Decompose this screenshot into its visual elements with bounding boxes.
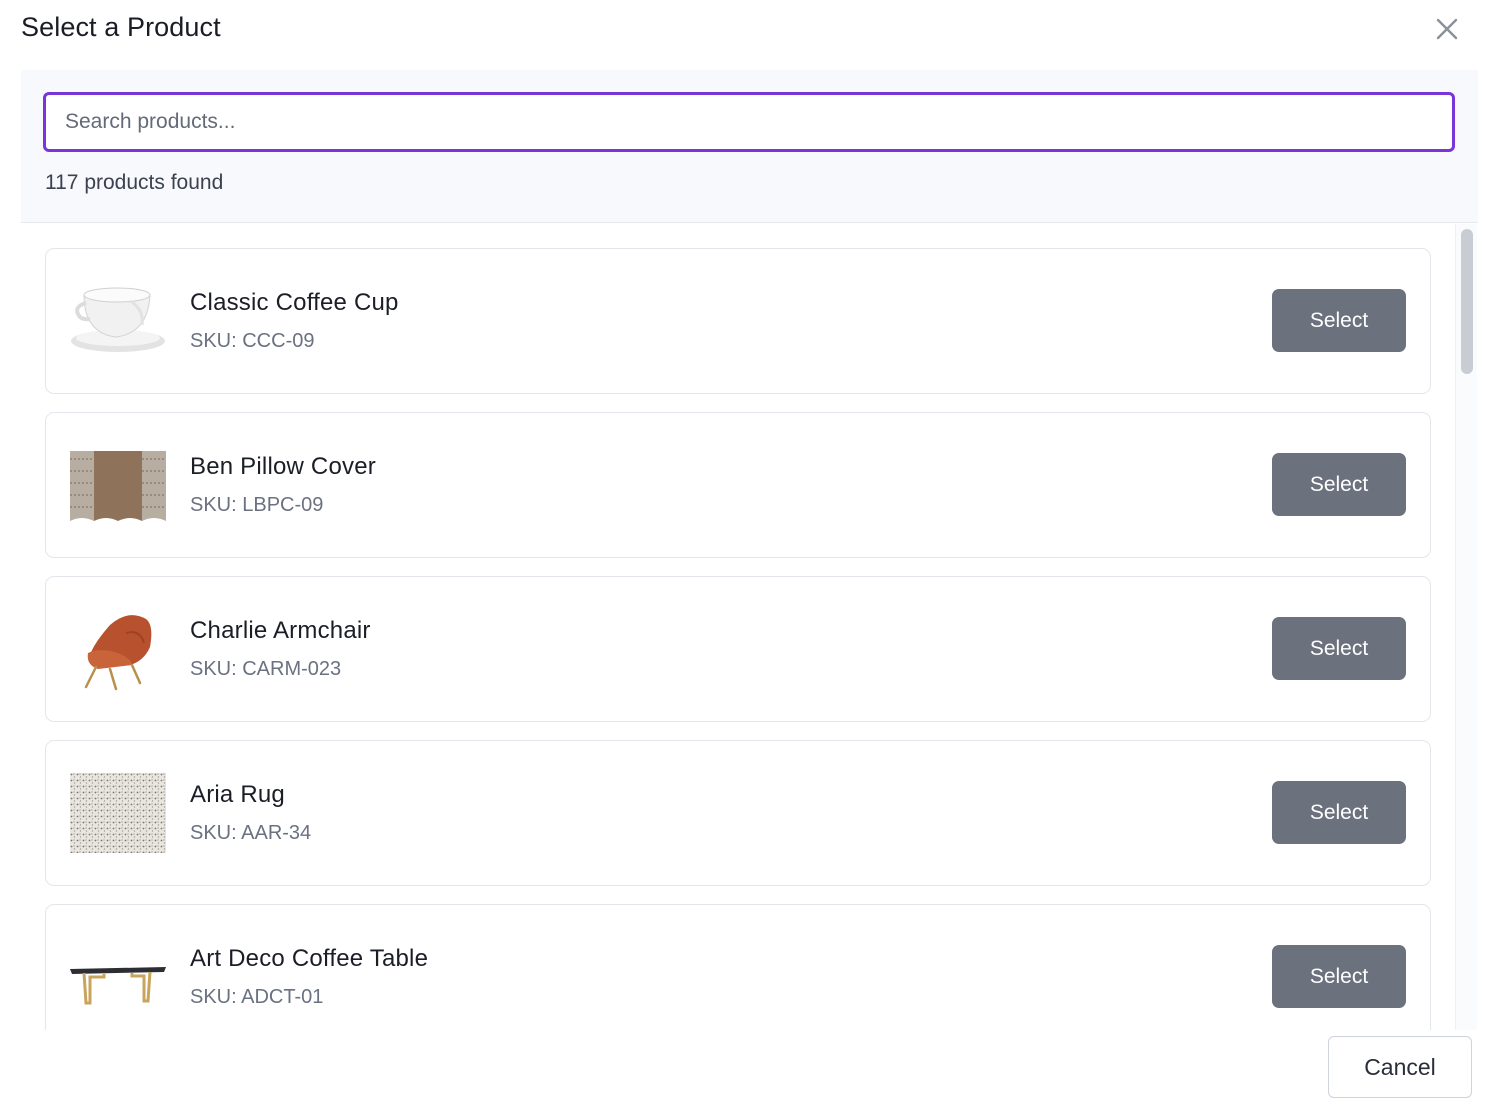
- product-name: Aria Rug: [190, 781, 285, 808]
- modal-title: Select a Product: [21, 12, 221, 42]
- product-card: Ben Pillow Cover SKU: LBPC-09 Select: [45, 412, 1431, 558]
- product-list: Classic Coffee Cup SKU: CCC-09 Select Be…: [45, 248, 1431, 1030]
- product-card: Art Deco Coffee Table SKU: ADCT-01 Selec…: [45, 904, 1431, 1030]
- armchair-image: [70, 603, 166, 695]
- close-button[interactable]: [1430, 12, 1464, 46]
- product-card: Charlie Armchair SKU: CARM-023 Select: [45, 576, 1431, 722]
- select-button[interactable]: Select: [1272, 617, 1406, 680]
- product-sku: SKU: AAR-34: [190, 822, 312, 844]
- select-button[interactable]: Select: [1272, 945, 1406, 1008]
- cancel-button[interactable]: Cancel: [1328, 1036, 1472, 1098]
- modal-header: Select a Product: [0, 0, 1500, 70]
- product-name: Charlie Armchair: [190, 617, 371, 644]
- rug-image: [70, 767, 166, 859]
- select-product-modal: Select a Product 117 products found: [0, 0, 1500, 1110]
- product-sku: SKU: LBPC-09: [190, 494, 324, 516]
- product-sku: SKU: CARM-023: [190, 658, 342, 680]
- select-button[interactable]: Select: [1272, 781, 1406, 844]
- scrollbar-thumb[interactable]: [1461, 229, 1473, 374]
- search-input[interactable]: [43, 92, 1455, 152]
- product-name: Ben Pillow Cover: [190, 453, 376, 480]
- select-button[interactable]: Select: [1272, 289, 1406, 352]
- product-name: Classic Coffee Cup: [190, 289, 399, 316]
- product-card: Classic Coffee Cup SKU: CCC-09 Select: [45, 248, 1431, 394]
- product-name: Art Deco Coffee Table: [190, 945, 429, 972]
- coffee-cup-image: [70, 275, 166, 367]
- search-panel: 117 products found: [21, 70, 1478, 223]
- product-list-area[interactable]: Classic Coffee Cup SKU: CCC-09 Select Be…: [21, 224, 1478, 1030]
- scrollbar[interactable]: [1455, 224, 1477, 1030]
- result-count: 117 products found: [45, 171, 224, 194]
- product-sku: SKU: CCC-09: [190, 330, 315, 352]
- product-sku: SKU: ADCT-01: [190, 986, 324, 1008]
- pillow-cover-image: [70, 439, 166, 531]
- select-button[interactable]: Select: [1272, 453, 1406, 516]
- coffee-table-image: [70, 931, 166, 1023]
- product-card: Aria Rug SKU: AAR-34 Select: [45, 740, 1431, 886]
- close-icon: [1436, 18, 1458, 40]
